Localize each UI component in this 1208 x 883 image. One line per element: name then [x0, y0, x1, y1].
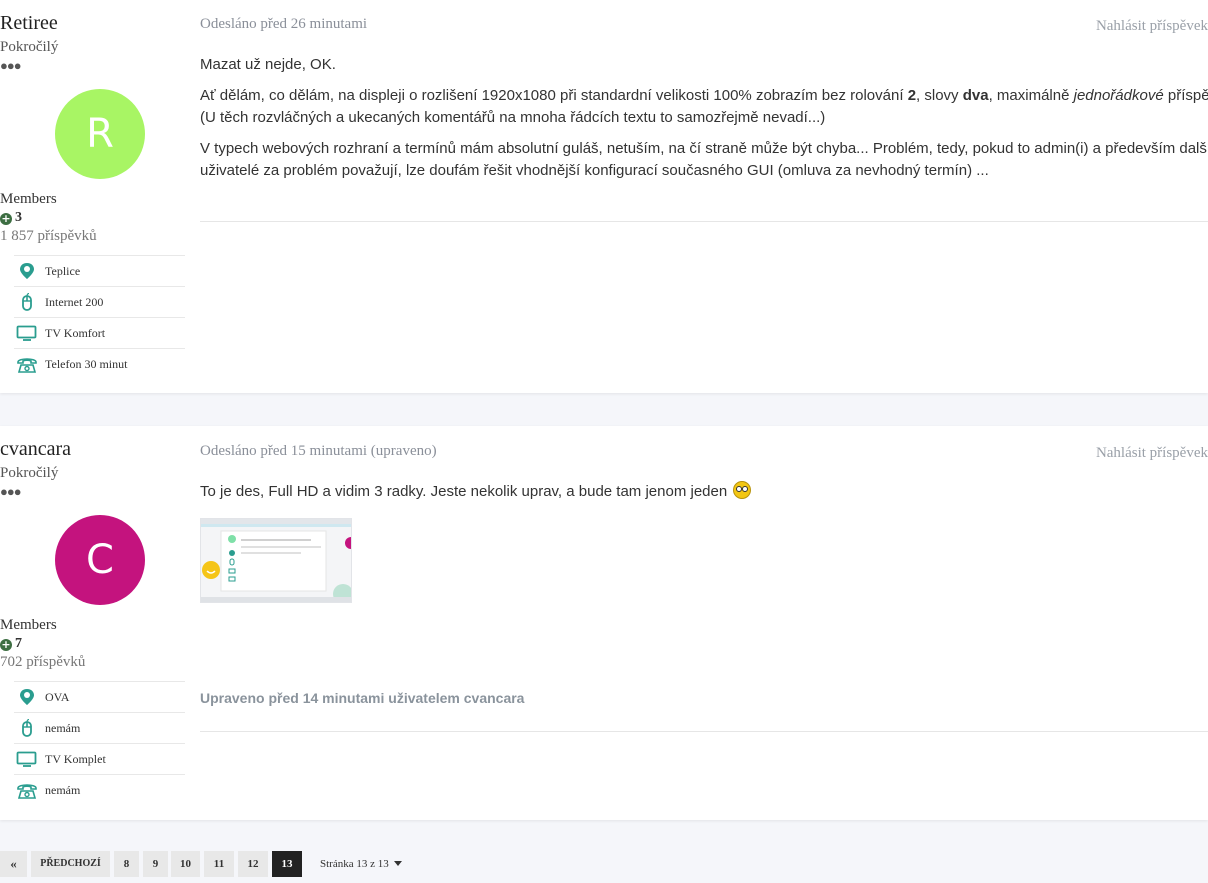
- smiley-emoji-icon: [733, 481, 752, 499]
- info-label: OVA: [45, 689, 70, 704]
- post-divider: [200, 221, 1208, 222]
- author-name[interactable]: cvancara: [0, 438, 200, 461]
- author-name[interactable]: Retiree: [0, 12, 200, 35]
- reputation-badge: +3: [0, 210, 200, 226]
- info-label: Teplice: [45, 263, 81, 278]
- info-label: nemám: [45, 720, 81, 735]
- reputation-count: 7: [15, 636, 22, 651]
- location-pin-icon: [20, 263, 34, 279]
- tv-icon: [16, 751, 37, 767]
- reputation-count: 3: [15, 210, 22, 225]
- post-paragraph: Mazat už nejde, OK.: [200, 56, 336, 73]
- page-button[interactable]: 11: [204, 851, 234, 877]
- reputation-badge: +7: [0, 636, 200, 652]
- mouse-icon: [22, 293, 32, 311]
- report-post-link[interactable]: Nahlásit příspěvek: [1096, 445, 1208, 462]
- post-content: Mazat už nejde, OK. Ať dělám, co dělám, …: [200, 54, 1208, 182]
- current-page-button[interactable]: 13: [272, 851, 302, 877]
- attachment-thumbnail[interactable]: [200, 518, 352, 603]
- post-paragraph-line: uživatelé za problém považují, lze doufá…: [200, 162, 989, 179]
- location-pin-icon: [20, 689, 34, 705]
- post-paragraph: Ať dělám, co dělám, na displeji o rozliš…: [200, 85, 1208, 107]
- page-button[interactable]: 10: [171, 851, 200, 877]
- text-run: , maximálně: [988, 87, 1074, 104]
- member-group: Members: [0, 191, 57, 207]
- page-jump-dropdown[interactable]: Stránka 13 z 13: [320, 851, 402, 877]
- info-item-location: Teplice: [14, 255, 185, 286]
- page-info: Stránka 13 z 13: [320, 858, 389, 870]
- info-label: nemám: [45, 782, 81, 797]
- post-content: To je des, Full HD a vidim 3 radky. Jest…: [200, 481, 1208, 503]
- tv-icon: [16, 325, 37, 341]
- author-rank: Pokročilý: [0, 465, 59, 481]
- forum-post: Retiree Pokročilý ●●● R Members +3 1 857…: [0, 0, 1208, 393]
- info-item-internet: Internet 200: [14, 286, 185, 317]
- text-run: To je des, Full HD a vidim 3 radky. Jest…: [200, 483, 728, 500]
- phone-icon: [17, 358, 37, 373]
- post-count: 702 příspěvků: [0, 654, 86, 670]
- page-button[interactable]: 8: [114, 851, 139, 877]
- info-item-tv: TV Komplet: [14, 743, 185, 774]
- bold-text: 2: [907, 87, 917, 104]
- page-button[interactable]: 9: [143, 851, 168, 877]
- previous-page-button[interactable]: PŘEDCHOZÍ: [31, 851, 110, 877]
- edited-note: Upraveno před 14 minutami uživatelem cva…: [200, 690, 525, 706]
- italic-text: jednořádkové: [1073, 87, 1164, 104]
- info-label: Telefon 30 minut: [45, 356, 128, 371]
- info-label: TV Komplet: [45, 751, 106, 766]
- author-info-list: Teplice Internet 200 TV Komfort Telefon …: [14, 255, 185, 379]
- text-run: Ať dělám, co dělám, na displeji o rozliš…: [200, 87, 908, 104]
- info-item-phone: Telefon 30 minut: [14, 348, 185, 379]
- plus-icon: +: [0, 638, 12, 651]
- forum-post: cvancara Pokročilý ●●● C Members +7 702 …: [0, 426, 1208, 820]
- page-button[interactable]: 12: [238, 851, 268, 877]
- phone-icon: [17, 784, 37, 799]
- caret-down-icon: [393, 861, 402, 866]
- post-timestamp[interactable]: Odesláno před 26 minutami: [200, 16, 367, 33]
- info-item-internet: nemám: [14, 712, 185, 743]
- report-post-link[interactable]: Nahlásit příspěvek: [1096, 18, 1208, 35]
- author-rank: Pokročilý: [0, 39, 59, 55]
- post-timestamp[interactable]: Odesláno před 15 minutami (upraveno): [200, 443, 437, 460]
- avatar[interactable]: R: [55, 89, 145, 179]
- plus-icon: +: [0, 212, 12, 225]
- first-page-button[interactable]: «: [0, 851, 27, 877]
- post-paragraph-line: V typech webových rozhraní a termínů mám…: [200, 140, 1208, 157]
- post-divider: [200, 731, 1208, 732]
- author-info-list: OVA nemám TV Komplet nemám: [14, 681, 185, 805]
- text-run: příspěvky.: [1167, 87, 1208, 104]
- post-paragraph: To je des, Full HD a vidim 3 radky. Jest…: [200, 481, 1208, 503]
- rank-pips: ●●●: [0, 58, 22, 73]
- info-item-location: OVA: [14, 681, 185, 712]
- bold-text: dva: [962, 87, 989, 104]
- mouse-icon: [22, 719, 32, 737]
- info-label: TV Komfort: [45, 325, 106, 340]
- info-item-tv: TV Komfort: [14, 317, 185, 348]
- info-item-phone: nemám: [14, 774, 185, 805]
- post-count: 1 857 příspěvků: [0, 228, 97, 244]
- post-paragraph-line: (U těch rozvláčných a ukecaných komentář…: [200, 109, 826, 126]
- member-group: Members: [0, 617, 57, 633]
- text-run: , slovy: [916, 87, 963, 104]
- rank-pips: ●●●: [0, 484, 22, 499]
- info-label: Internet 200: [45, 294, 104, 309]
- screenshot-image: [201, 519, 351, 602]
- avatar[interactable]: C: [55, 515, 145, 605]
